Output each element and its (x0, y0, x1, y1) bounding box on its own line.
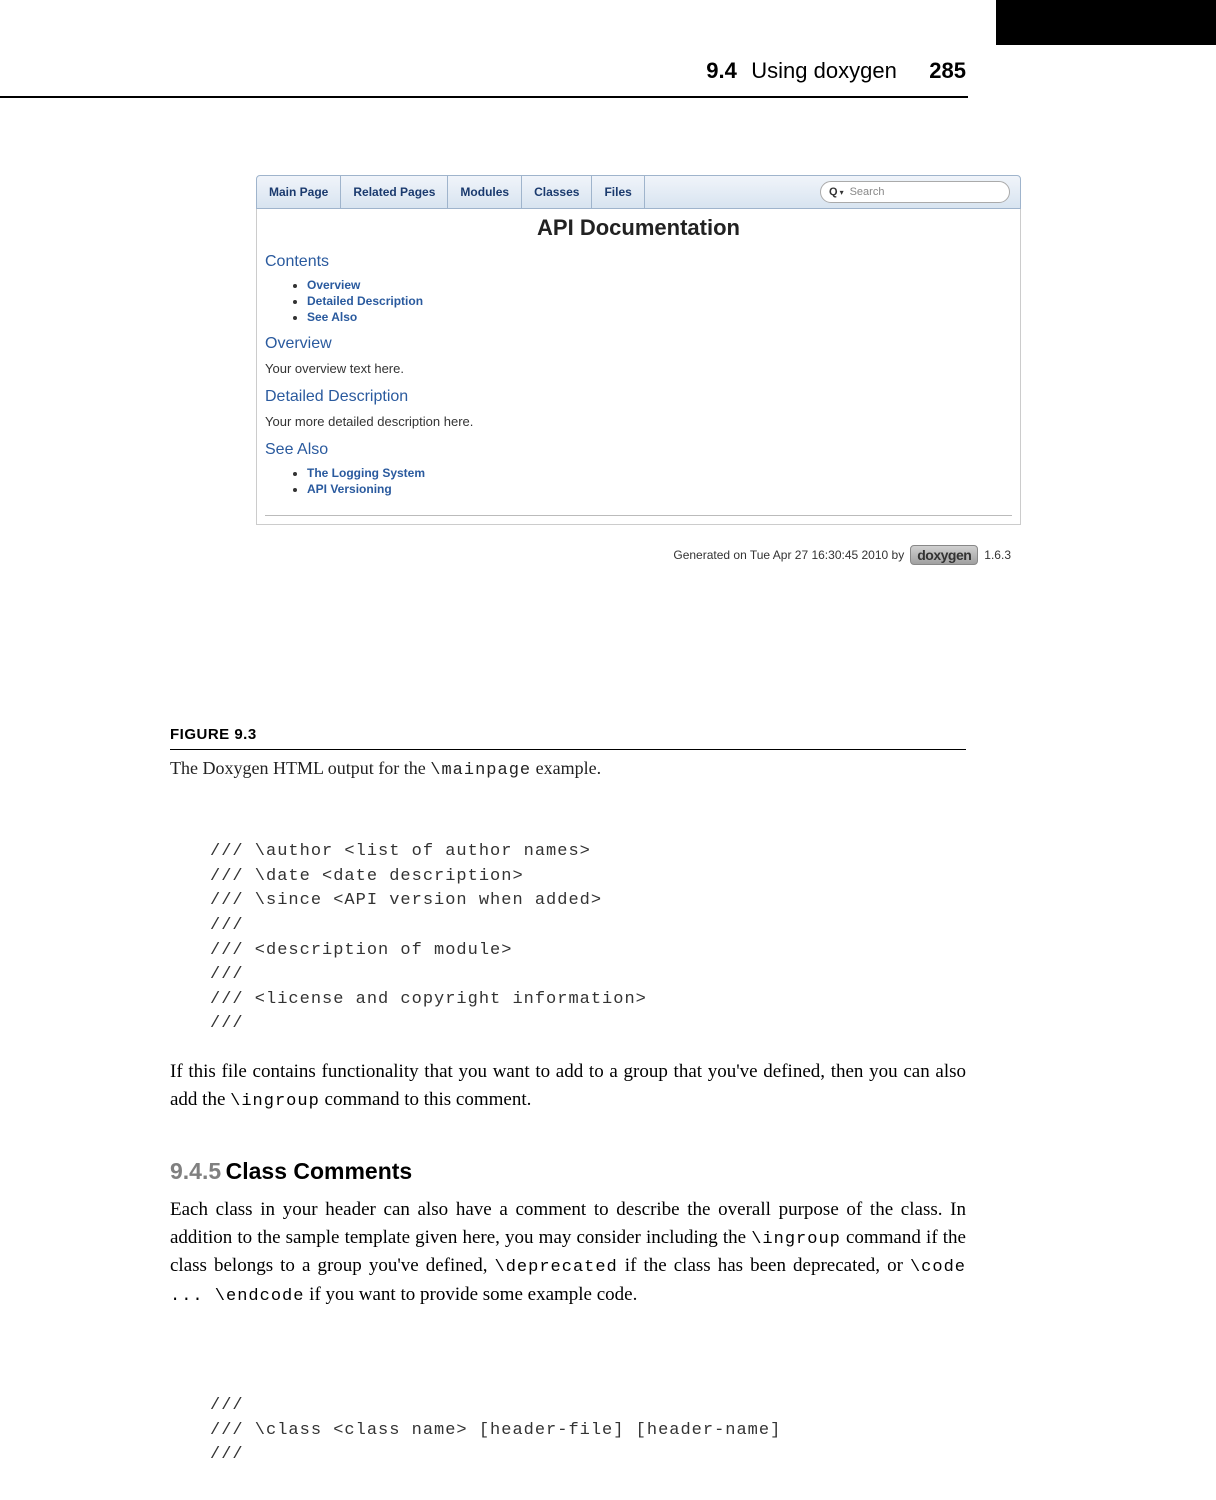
figure-caption-text: The Doxygen HTML output for the \mainpag… (170, 758, 966, 780)
figure-label: FIGURE 9.3 (170, 726, 966, 743)
para2-c: if the class has been deprecated, or (618, 1255, 910, 1276)
doxygen-logo: doxygen (910, 545, 978, 565)
seealso-link-versioning[interactable]: API Versioning (307, 481, 1020, 497)
content-divider (265, 515, 1012, 516)
seealso-heading: See Also (257, 439, 1020, 461)
header-rule (0, 96, 968, 98)
contents-link-seealso[interactable]: See Also (307, 309, 1020, 325)
contents-link-detailed[interactable]: Detailed Description (307, 293, 1020, 309)
header-section-title: Using doxygen (751, 58, 897, 83)
seealso-link-logging[interactable]: The Logging System (307, 465, 1020, 481)
header-section-number: 9.4 (706, 58, 737, 83)
header-page-number: 285 (929, 58, 966, 83)
section-title: Class Comments (226, 1158, 413, 1184)
detailed-heading: Detailed Description (257, 386, 1020, 408)
para1-text-b: command to this comment. (320, 1089, 532, 1110)
doxygen-content: API Documentation Contents Overview Deta… (256, 209, 1021, 525)
tab-classes[interactable]: Classes (522, 176, 592, 208)
para2-d: if you want to provide some example code… (304, 1284, 637, 1305)
contents-list: Overview Detailed Description See Also (257, 273, 1020, 333)
para2-code1: \ingroup (751, 1230, 841, 1249)
search-input[interactable]: Q▾ Search (820, 181, 1010, 203)
contents-heading: Contents (257, 251, 1020, 273)
corner-decoration (996, 0, 1216, 45)
figure-caption: FIGURE 9.3 The Doxygen HTML output for t… (170, 726, 966, 780)
caption-code: \mainpage (430, 761, 531, 780)
caption-suffix: example. (531, 758, 601, 778)
figure-rule (170, 749, 966, 750)
doxygen-screenshot: Main Page Related Pages Modules Classes … (256, 175, 1021, 565)
code-block-file-comment: /// \author <list of author names> /// \… (210, 840, 647, 1037)
doxygen-tab-bar: Main Page Related Pages Modules Classes … (256, 175, 1021, 209)
tab-modules[interactable]: Modules (448, 176, 522, 208)
tab-files[interactable]: Files (592, 176, 644, 208)
search-icon: Q (829, 186, 838, 198)
running-header: 9.4 Using doxygen 285 (0, 58, 1216, 84)
tab-main-page[interactable]: Main Page (257, 176, 341, 208)
section-number: 9.4.5 (170, 1158, 221, 1184)
tab-related-pages[interactable]: Related Pages (341, 176, 448, 208)
para1-code: \ingroup (230, 1092, 320, 1111)
detailed-text: Your more detailed description here. (257, 408, 1020, 439)
para2-code2: \deprecated (495, 1258, 618, 1277)
overview-text: Your overview text here. (257, 355, 1020, 386)
paragraph-ingroup: If this file contains functionality that… (170, 1058, 966, 1114)
page-title: API Documentation (257, 209, 1020, 251)
section-heading: 9.4.5 Class Comments (170, 1158, 412, 1185)
chevron-down-icon: ▾ (840, 188, 844, 197)
seealso-list: The Logging System API Versioning (257, 461, 1020, 505)
code-block-class-comment: /// /// \class <class name> [header-file… (210, 1394, 781, 1468)
search-placeholder: Search (850, 186, 885, 198)
overview-heading: Overview (257, 333, 1020, 355)
doxygen-version: 1.6.3 (984, 548, 1011, 562)
paragraph-class-comments: Each class in your header can also have … (170, 1196, 966, 1309)
contents-link-overview[interactable]: Overview (307, 277, 1020, 293)
caption-prefix: The Doxygen HTML output for the (170, 758, 430, 778)
generated-text: Generated on Tue Apr 27 16:30:45 2010 by (673, 548, 904, 562)
doxygen-footer: Generated on Tue Apr 27 16:30:45 2010 by… (256, 525, 1021, 565)
